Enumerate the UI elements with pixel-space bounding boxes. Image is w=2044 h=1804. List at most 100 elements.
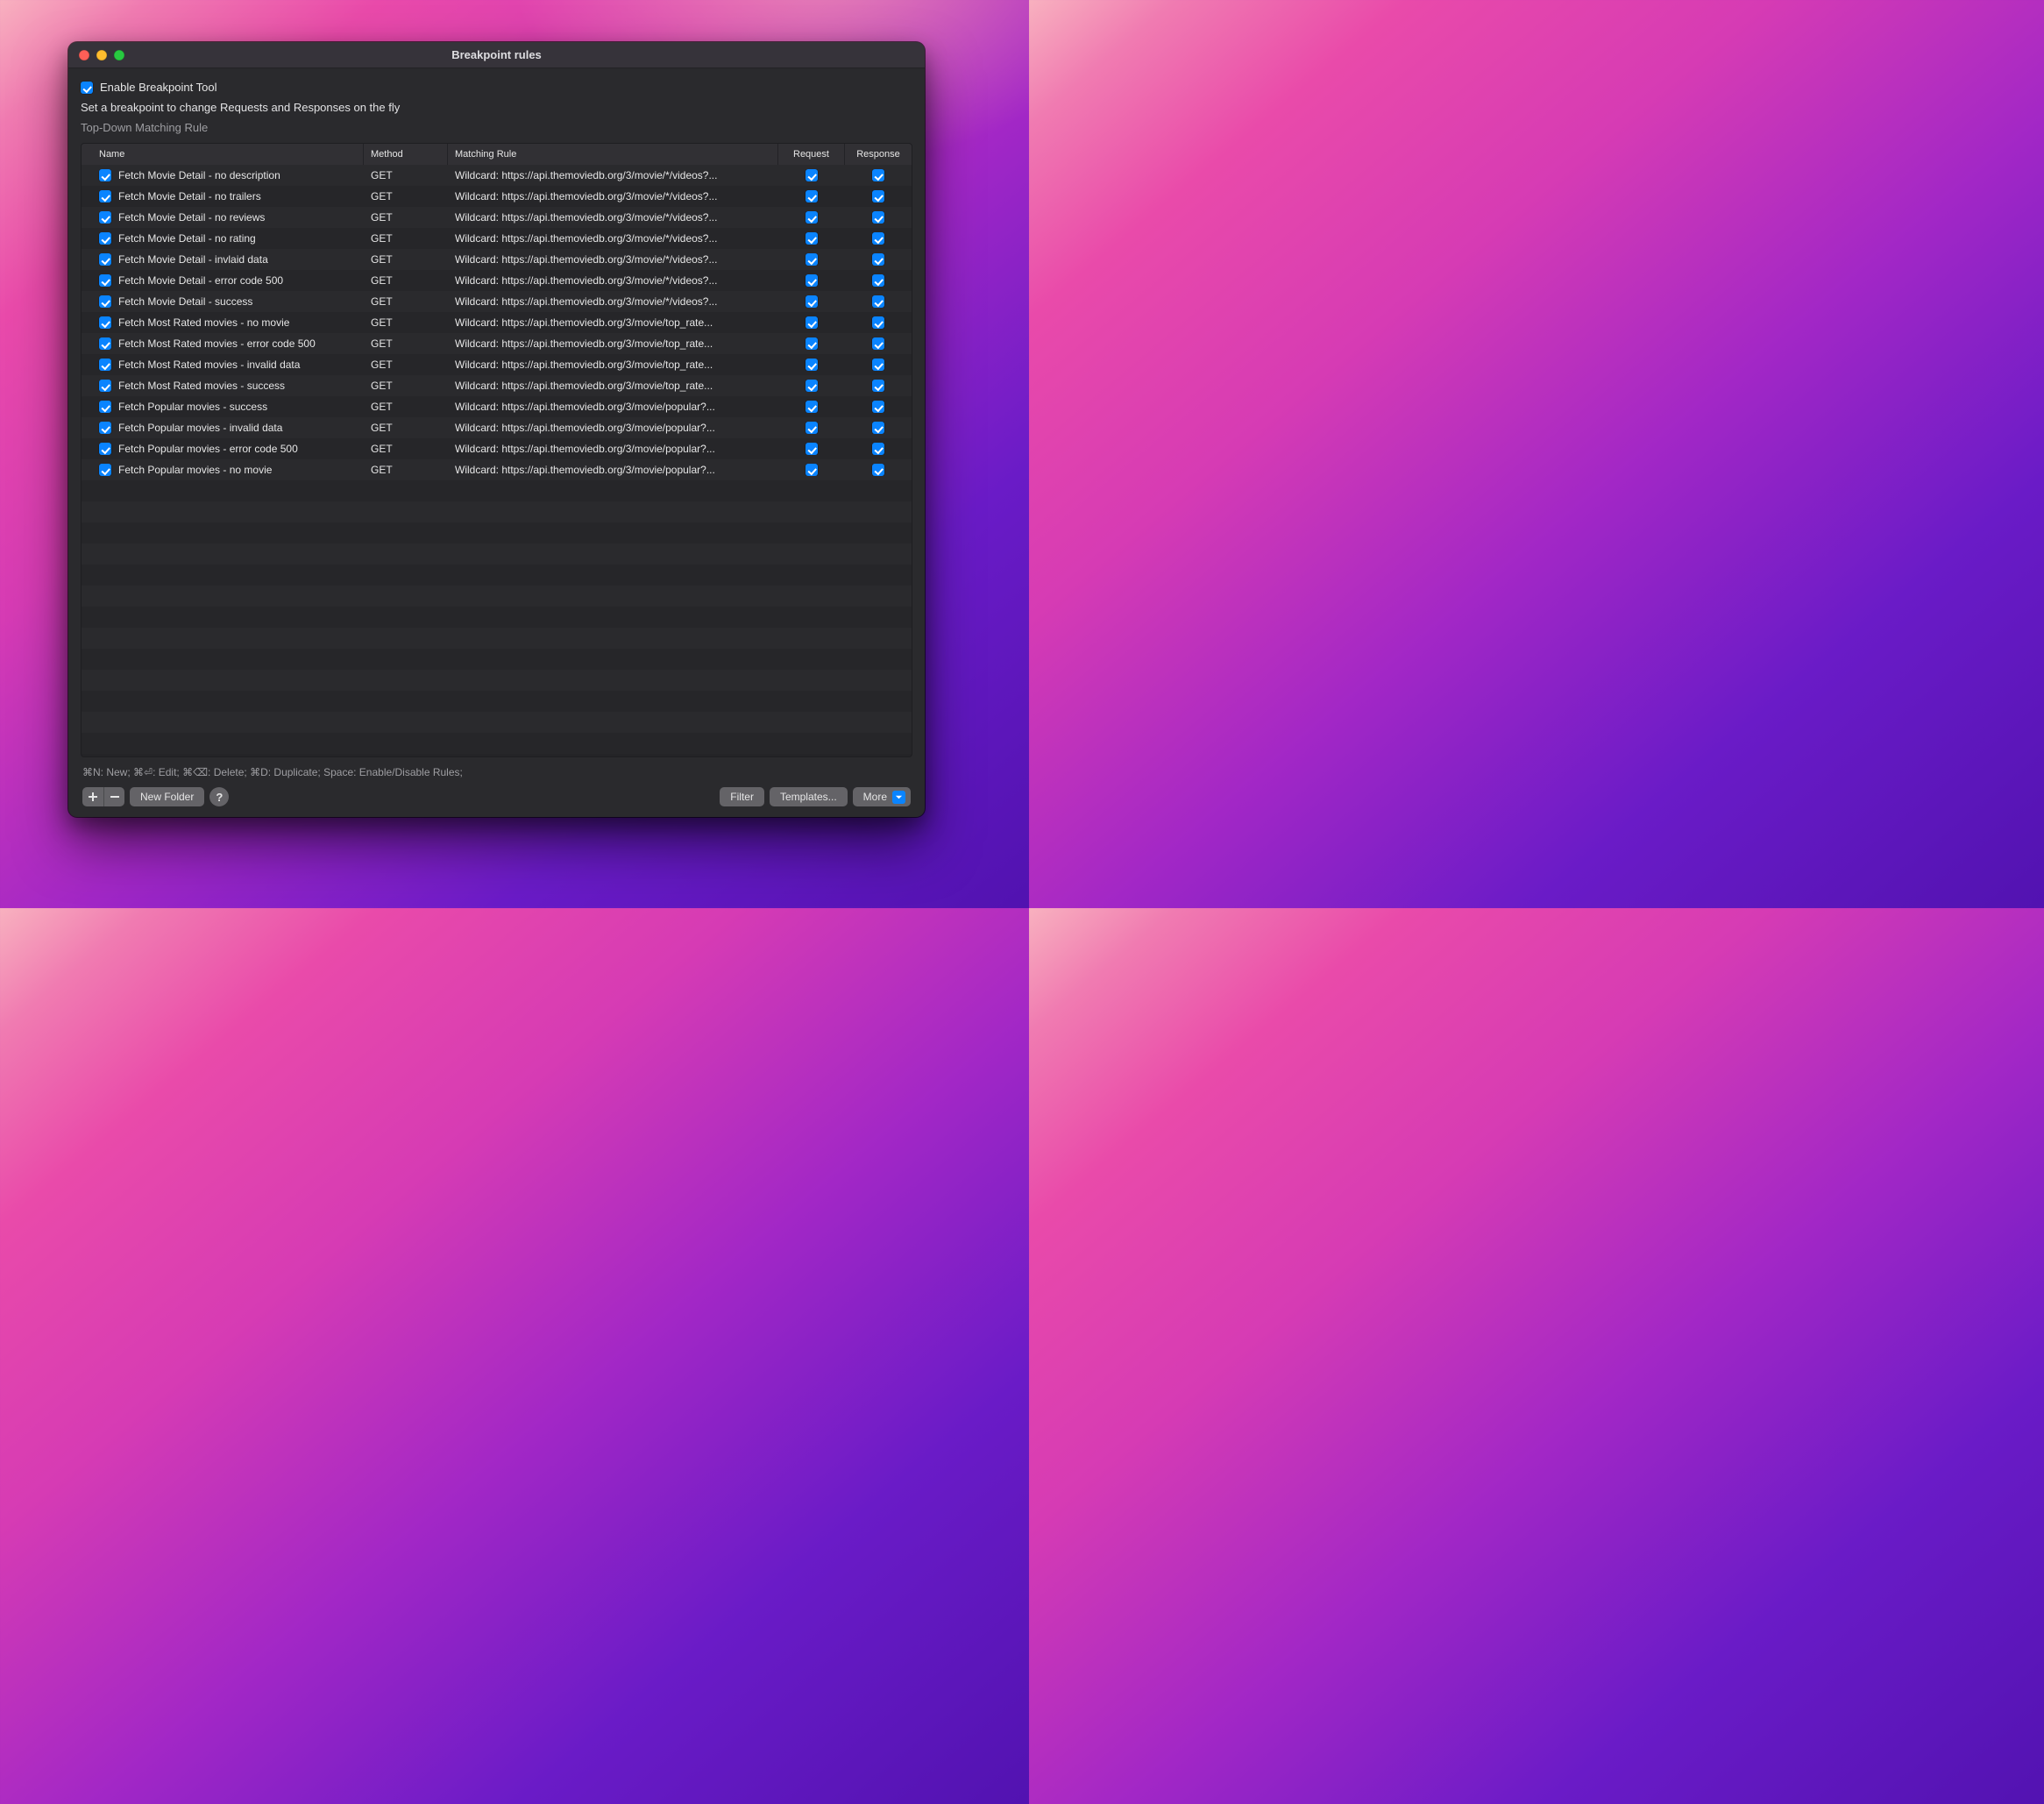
table-row[interactable]: Fetch Movie Detail - no descriptionGETWi…	[82, 165, 912, 186]
checkbox[interactable]	[99, 190, 111, 202]
rule-name: Fetch Movie Detail - no rating	[118, 232, 256, 245]
checkbox[interactable]	[99, 401, 111, 413]
table-row[interactable]: Fetch Movie Detail - successGETWildcard:…	[82, 291, 912, 312]
minimize-icon[interactable]	[96, 50, 107, 60]
checkbox[interactable]	[806, 401, 818, 413]
checkbox[interactable]	[806, 464, 818, 476]
checkbox[interactable]	[99, 169, 111, 181]
checkbox[interactable]	[99, 337, 111, 350]
checkbox[interactable]	[872, 295, 884, 308]
rule-matching: Wildcard: https://api.themoviedb.org/3/m…	[455, 464, 715, 476]
checkbox[interactable]	[806, 422, 818, 434]
checkbox[interactable]	[872, 169, 884, 181]
checkbox[interactable]	[806, 443, 818, 455]
table-row[interactable]: Fetch Most Rated movies - invalid dataGE…	[82, 354, 912, 375]
checkbox[interactable]	[806, 232, 818, 245]
checkbox[interactable]	[872, 464, 884, 476]
checkbox[interactable]	[99, 443, 111, 455]
checkbox[interactable]	[99, 359, 111, 371]
rule-matching: Wildcard: https://api.themoviedb.org/3/m…	[455, 253, 717, 266]
close-icon[interactable]	[79, 50, 89, 60]
checkbox[interactable]	[872, 401, 884, 413]
col-header-method[interactable]: Method	[364, 144, 448, 165]
checkbox[interactable]	[806, 337, 818, 350]
checkbox[interactable]	[806, 274, 818, 287]
checkbox[interactable]	[806, 253, 818, 266]
checkbox[interactable]	[99, 253, 111, 266]
checkbox[interactable]	[99, 232, 111, 245]
checkbox[interactable]	[806, 359, 818, 371]
checkbox[interactable]	[872, 253, 884, 266]
enable-checkbox[interactable]	[81, 82, 93, 94]
rule-method: GET	[371, 359, 393, 371]
rule-matching: Wildcard: https://api.themoviedb.org/3/m…	[455, 380, 713, 392]
new-folder-button[interactable]: New Folder	[130, 787, 204, 806]
table-row[interactable]: Fetch Movie Detail - no reviewsGETWildca…	[82, 207, 912, 228]
checkbox[interactable]	[806, 190, 818, 202]
rule-matching: Wildcard: https://api.themoviedb.org/3/m…	[455, 190, 717, 202]
templates-button[interactable]: Templates...	[770, 787, 848, 806]
table-row[interactable]: Fetch Most Rated movies - error code 500…	[82, 333, 912, 354]
table-row[interactable]: Fetch Movie Detail - error code 500GETWi…	[82, 270, 912, 291]
table-row[interactable]: Fetch Most Rated movies - successGETWild…	[82, 375, 912, 396]
checkbox[interactable]	[806, 169, 818, 181]
table-row-empty	[82, 501, 912, 522]
rule-name: Fetch Popular movies - error code 500	[118, 443, 298, 455]
rule-matching: Wildcard: https://api.themoviedb.org/3/m…	[455, 359, 713, 371]
checkbox[interactable]	[99, 295, 111, 308]
checkbox[interactable]	[99, 316, 111, 329]
table-row[interactable]: Fetch Popular movies - error code 500GET…	[82, 438, 912, 459]
col-header-request[interactable]: Request	[778, 144, 845, 165]
checkbox[interactable]	[99, 422, 111, 434]
checkbox[interactable]	[872, 190, 884, 202]
rule-matching: Wildcard: https://api.themoviedb.org/3/m…	[455, 337, 713, 350]
checkbox[interactable]	[99, 380, 111, 392]
col-header-response[interactable]: Response	[845, 144, 912, 165]
rule-method: GET	[371, 274, 393, 287]
checkbox[interactable]	[872, 316, 884, 329]
add-button[interactable]	[82, 787, 103, 806]
table-row[interactable]: Fetch Movie Detail - invlaid dataGETWild…	[82, 249, 912, 270]
checkbox[interactable]	[872, 422, 884, 434]
remove-button[interactable]	[103, 787, 124, 806]
table-row-empty	[82, 565, 912, 586]
checkbox[interactable]	[99, 464, 111, 476]
table-row[interactable]: Fetch Movie Detail - no trailersGETWildc…	[82, 186, 912, 207]
checkbox[interactable]	[806, 211, 818, 224]
checkbox[interactable]	[872, 337, 884, 350]
rule-method: GET	[371, 253, 393, 266]
rule-method: GET	[371, 422, 393, 434]
checkbox[interactable]	[806, 316, 818, 329]
checkbox[interactable]	[99, 274, 111, 287]
table-row[interactable]: Fetch Most Rated movies - no movieGETWil…	[82, 312, 912, 333]
table-body[interactable]: Fetch Movie Detail - no descriptionGETWi…	[82, 165, 912, 756]
col-header-rule[interactable]: Matching Rule	[448, 144, 778, 165]
checkbox[interactable]	[872, 443, 884, 455]
checkbox[interactable]	[872, 359, 884, 371]
checkbox[interactable]	[99, 211, 111, 224]
footer: New Folder ? Filter Templates... More	[81, 784, 912, 808]
help-button[interactable]: ?	[209, 787, 229, 806]
table-row[interactable]: Fetch Movie Detail - no ratingGETWildcar…	[82, 228, 912, 249]
checkbox[interactable]	[806, 380, 818, 392]
zoom-icon[interactable]	[114, 50, 124, 60]
col-header-name[interactable]: Name	[82, 144, 364, 165]
checkbox[interactable]	[806, 295, 818, 308]
table-row-empty	[82, 691, 912, 712]
rule-matching: Wildcard: https://api.themoviedb.org/3/m…	[455, 316, 713, 329]
checkbox[interactable]	[872, 380, 884, 392]
filter-button[interactable]: Filter	[720, 787, 764, 806]
rule-name: Fetch Popular movies - no movie	[118, 464, 272, 476]
table-row[interactable]: Fetch Popular movies - no movie GET Wildca…	[82, 459, 912, 480]
table-row[interactable]: Fetch Popular movies - successGETWildcar…	[82, 396, 912, 417]
rule-method: GET	[371, 337, 393, 350]
checkbox[interactable]	[872, 211, 884, 224]
table-row-empty	[82, 480, 912, 501]
rule-method: GET	[371, 464, 393, 476]
more-button[interactable]: More	[853, 787, 911, 806]
rule-method: GET	[371, 295, 393, 308]
rule-matching: Wildcard: https://api.themoviedb.org/3/m…	[455, 211, 717, 224]
checkbox[interactable]	[872, 274, 884, 287]
table-row[interactable]: Fetch Popular movies - invalid dataGETWi…	[82, 417, 912, 438]
checkbox[interactable]	[872, 232, 884, 245]
